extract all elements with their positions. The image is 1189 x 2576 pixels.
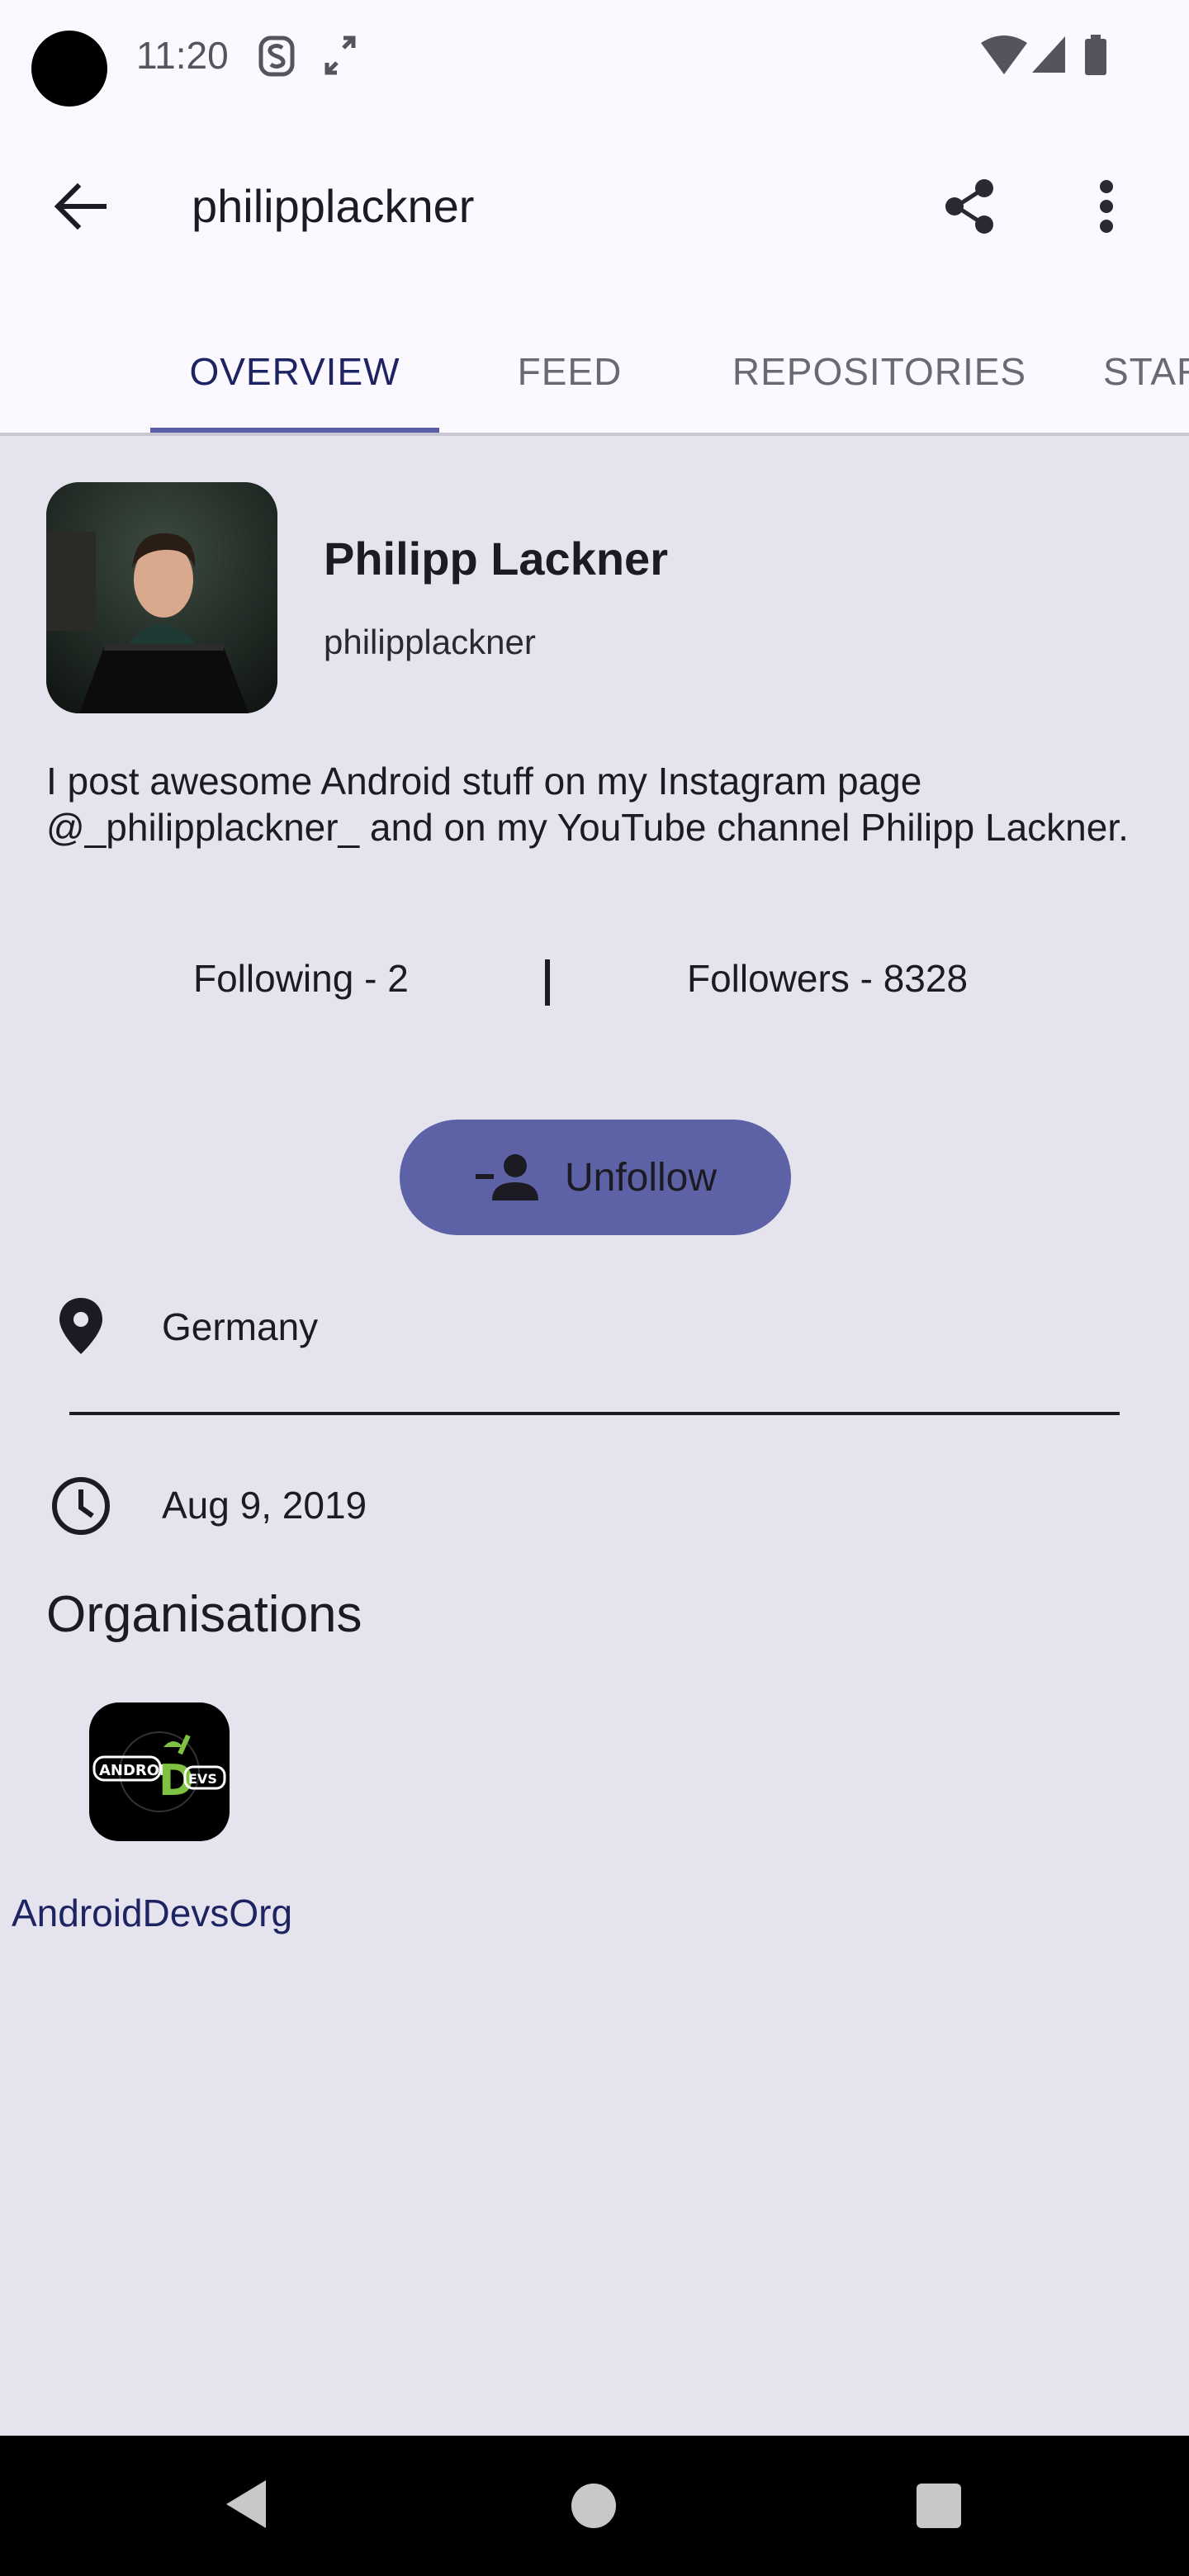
unfollow-button[interactable]: Unfollow: [400, 1120, 791, 1235]
more-vert-icon: [1100, 180, 1113, 233]
tab-bar: OVERVIEW FEED REPOSITORIES STAR: [0, 297, 1189, 436]
joined-date: Aug 9, 2019: [162, 1484, 367, 1527]
org-name[interactable]: AndroidDevsOrg: [12, 1891, 292, 1935]
android-devs-logo-icon: ANDROI D EVS: [92, 1731, 226, 1812]
profile-name: Philipp Lackner: [324, 533, 668, 585]
location-text: Germany: [162, 1305, 319, 1348]
tab-starred[interactable]: STAR: [1103, 330, 1189, 413]
person-remove-icon: [475, 1154, 538, 1200]
nav-back-icon[interactable]: [221, 2475, 271, 2533]
tab-overview[interactable]: OVERVIEW: [150, 330, 439, 413]
tab-repositories[interactable]: REPOSITORIES: [727, 330, 1032, 413]
divider: [69, 1412, 1120, 1415]
tab-feed[interactable]: FEED: [487, 330, 652, 413]
followers-count[interactable]: Followers - 8328: [687, 956, 968, 1001]
location-pin-icon: [59, 1298, 102, 1354]
clock-icon: [52, 1477, 110, 1535]
profile-login: philipplackner: [324, 623, 536, 661]
expand-arrows-icon: [324, 36, 356, 75]
org-logo-text-right: EVS: [188, 1771, 217, 1787]
stats-divider: [545, 959, 550, 1006]
share-button[interactable]: [936, 173, 1002, 239]
avatar: [46, 482, 277, 713]
nav-home-icon[interactable]: [571, 2484, 616, 2528]
back-button[interactable]: [48, 173, 114, 239]
wifi-icon: [981, 36, 1027, 74]
arrow-back-icon: [54, 183, 107, 230]
following-count[interactable]: Following - 2: [193, 956, 409, 1001]
camera-cutout: [31, 31, 107, 107]
tab-indicator: [150, 428, 439, 433]
org-logo-text-left: ANDROI: [99, 1762, 165, 1779]
app-bar: philipplackner: [0, 116, 1189, 297]
more-options-button[interactable]: [1073, 173, 1139, 239]
profile-bio: I post awesome Android stuff on my Insta…: [46, 760, 1129, 849]
page-title: philipplackner: [192, 180, 475, 232]
share-icon: [945, 179, 993, 234]
unfollow-label: Unfollow: [564, 1155, 718, 1200]
battery-icon: [1085, 35, 1106, 75]
status-bar: 11:20: [0, 0, 1189, 116]
avatar-photo: [46, 482, 277, 713]
s-notification-icon: [258, 36, 295, 77]
signal-icon: [1032, 36, 1065, 73]
system-nav-bar: [0, 2436, 1189, 2576]
org-logo[interactable]: ANDROI D EVS: [89, 1702, 230, 1841]
status-time: 11:20: [136, 34, 229, 77]
nav-recents-icon[interactable]: [917, 2484, 961, 2528]
organisations-title: Organisations: [46, 1586, 362, 1643]
